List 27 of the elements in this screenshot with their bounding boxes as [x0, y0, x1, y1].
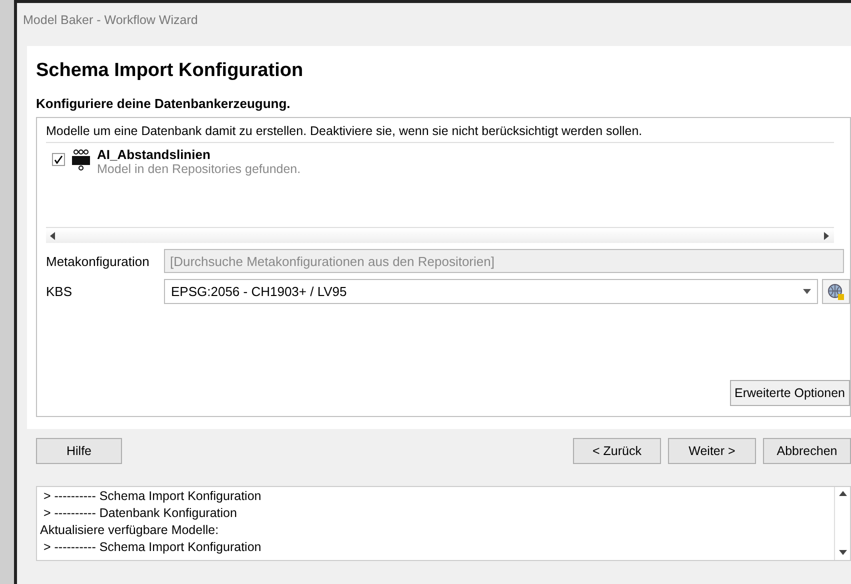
model-status: Model in den Repositories gefunden. [97, 162, 301, 176]
log-line: > ---------- Datenbank Konfiguration [42, 505, 238, 522]
scroll-right-icon[interactable] [823, 232, 831, 240]
metaconfig-label: Metakonfiguration [46, 254, 150, 268]
models-hint: Modelle um eine Datenbank damit zu erstellen. Deaktiviere sie, wenn sie nicht berücksichtigt werden sollen. [46, 124, 834, 143]
wizard-button[interactable]: Weiter > [668, 438, 756, 464]
model-name: AI_Abstandslinien [97, 147, 212, 162]
scroll-down-icon[interactable] [838, 549, 846, 557]
log-line: > ---------- Schema Import Konfiguration [42, 488, 262, 505]
wizard-button[interactable]: Abbrechen [763, 438, 851, 464]
page-title: Schema Import Konfiguration [36, 60, 304, 82]
wizard-button[interactable]: < Zurück [573, 438, 661, 464]
scroll-up-icon[interactable] [838, 490, 846, 498]
window-title: Model Baker - Workflow Wizard [22, 12, 199, 28]
crs-label: KBS [46, 284, 74, 299]
help-button[interactable]: Hilfe [36, 438, 122, 464]
scroll-left-icon[interactable] [49, 232, 57, 240]
crs-dropdown[interactable]: EPSG:2056 - CH1903+ / LV95 [164, 279, 818, 304]
checkbox[interactable] [52, 153, 65, 166]
advanced-options-button[interactable]: Erweiterte Optionen [730, 380, 850, 406]
dropdown-arrow-icon [803, 289, 811, 294]
log-line: > ---------- Schema Import Konfiguration [42, 539, 262, 556]
globe-icon[interactable] [822, 279, 850, 304]
model-icon [71, 149, 91, 171]
vertical-scrollbar[interactable] [834, 487, 850, 560]
log-line: Aktualisiere verfügbare Modelle: [40, 522, 220, 539]
page-subtitle: Konfiguriere deine Datenbankerzeugung. [36, 96, 292, 111]
